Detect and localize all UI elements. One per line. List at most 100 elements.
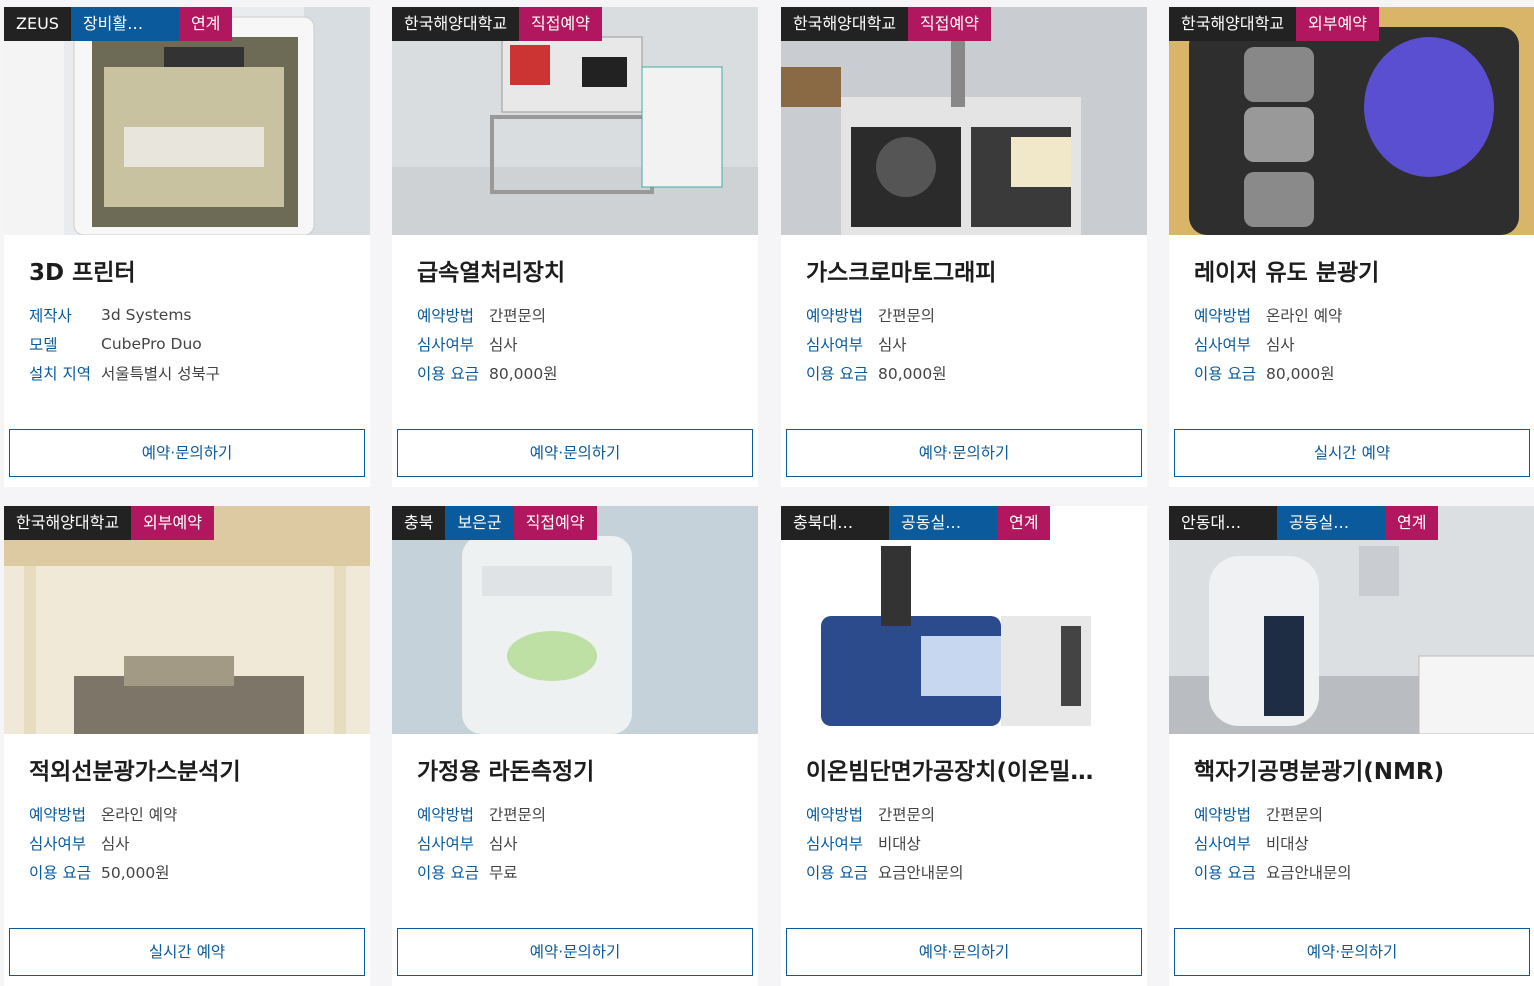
info-label: 예약방법 xyxy=(806,805,864,824)
tag-source: ZEUS xyxy=(4,7,71,41)
reserve-button[interactable]: 예약·문의하기 xyxy=(9,429,365,477)
tag-category: 공동실… xyxy=(889,506,997,540)
info-value: 무료 xyxy=(489,863,518,882)
info-label: 이용 요금 xyxy=(417,863,479,882)
tag-type: 직접예약 xyxy=(908,7,991,41)
info-value: 심사 xyxy=(489,834,518,853)
equipment-card[interactable]: 한국해양대학교 직접예약 가스크로마토그래피 예약방법 간편문의 심사여부 심사 이… xyxy=(781,7,1147,487)
info-value: 심사 xyxy=(101,834,130,853)
equipment-title[interactable]: 급속열처리장치 xyxy=(417,253,737,287)
info-value: 심사 xyxy=(878,335,907,354)
equipment-title[interactable]: 3D 프린터 xyxy=(29,253,349,287)
info-label: 심사여부 xyxy=(417,335,475,354)
equipment-card[interactable]: 충북 보은군 직접예약 가정용 라돈측정기 예약방법 간편문의 심사여부 심사 이용… xyxy=(392,506,758,986)
info-value: 3d Systems xyxy=(101,305,192,324)
tag-source: 한국해양대학교 xyxy=(4,506,132,540)
info-value: 80,000원 xyxy=(1266,364,1335,383)
equipment-photo[interactable] xyxy=(1169,7,1534,235)
reserve-button[interactable]: 예약·문의하기 xyxy=(786,928,1142,976)
equipment-title[interactable]: 가정용 라돈측정기 xyxy=(417,752,737,786)
equipment-title[interactable]: 핵자기공명분광기(NMR) xyxy=(1194,752,1514,786)
info-label: 심사여부 xyxy=(29,834,87,853)
info-value: 요금안내문의 xyxy=(878,863,964,882)
tag-list: 충북대… 공동실… 연계 xyxy=(781,506,1051,540)
info-label: 심사여부 xyxy=(1194,834,1252,853)
info-label: 이용 요금 xyxy=(806,863,868,882)
tag-type: 연계 xyxy=(997,506,1051,540)
info-label: 예약방법 xyxy=(1194,805,1252,824)
info-label: 이용 요금 xyxy=(417,364,479,383)
tag-list: 한국해양대학교 직접예약 xyxy=(392,7,602,41)
reserve-button[interactable]: 예약·문의하기 xyxy=(397,429,753,477)
equipment-card[interactable]: 한국해양대학교 외부예약 레이저 유도 분광기 예약방법 온라인 예약 심사여부 심… xyxy=(1169,7,1534,487)
info-value: 간편문의 xyxy=(878,805,936,824)
equipment-photo[interactable] xyxy=(4,7,370,235)
reserve-button[interactable]: 예약·문의하기 xyxy=(397,928,753,976)
info-label: 예약방법 xyxy=(29,805,87,824)
info-label: 심사여부 xyxy=(417,834,475,853)
info-label: 이용 요금 xyxy=(1194,364,1256,383)
info-label: 예약방법 xyxy=(417,306,475,325)
info-value: 온라인 예약 xyxy=(101,805,178,824)
equipment-info: 제작사 3d Systems 모델 CubePro Duo 설치 지역 서울특별시 성… xyxy=(29,300,220,387)
tag-category: 공동실… xyxy=(1277,506,1385,540)
tag-type: 직접예약 xyxy=(513,506,597,540)
info-value: 간편문의 xyxy=(489,306,547,325)
equipment-title[interactable]: 가스크로마토그래피 xyxy=(806,253,1126,287)
equipment-title[interactable]: 레이저 유도 분광기 xyxy=(1194,253,1514,287)
tag-source: 한국해양대학교 xyxy=(1169,7,1297,41)
equipment-title[interactable]: 적외선분광가스분석기 xyxy=(29,752,349,786)
equipment-info: 예약방법 간편문의 심사여부 심사 이용 요금 80,000원 xyxy=(417,300,558,387)
tag-list: 한국해양대학교 외부예약 xyxy=(4,506,214,540)
tag-list: 한국해양대학교 외부예약 xyxy=(1169,7,1379,41)
info-label: 설치 지역 xyxy=(29,364,91,383)
equipment-card[interactable]: 한국해양대학교 외부예약 적외선분광가스분석기 예약방법 온라인 예약 심사여부 심… xyxy=(4,506,370,986)
equipment-info: 예약방법 간편문의 심사여부 심사 이용 요금 무료 xyxy=(417,799,546,886)
equipment-info: 예약방법 간편문의 심사여부 비대상 이용 요금 요금안내문의 xyxy=(1194,799,1352,886)
reserve-button[interactable]: 실시간 예약 xyxy=(1174,429,1530,477)
info-label: 예약방법 xyxy=(417,805,475,824)
tag-type: 직접예약 xyxy=(519,7,602,41)
info-value: 심사 xyxy=(489,335,518,354)
info-value: CubePro Duo xyxy=(101,334,202,353)
reserve-button[interactable]: 실시간 예약 xyxy=(9,928,365,976)
info-label: 예약방법 xyxy=(1194,306,1252,325)
tag-category: 장비활… xyxy=(70,7,179,41)
equipment-card[interactable]: 안동대… 공동실… 연계 핵자기공명분광기(NMR) 예약방법 간편문의 심사여부… xyxy=(1169,506,1534,986)
equipment-info: 예약방법 온라인 예약 심사여부 심사 이용 요금 50,000원 xyxy=(29,799,177,886)
info-label: 심사여부 xyxy=(806,834,864,853)
tag-type: 외부예약 xyxy=(131,506,214,540)
info-value: 간편문의 xyxy=(878,306,936,325)
tag-type: 연계 xyxy=(178,7,233,41)
equipment-card[interactable]: 한국해양대학교 직접예약 급속열처리장치 예약방법 간편문의 심사여부 심사 이용 … xyxy=(392,7,758,487)
tag-source: 충북대… xyxy=(781,506,889,540)
info-label: 이용 요금 xyxy=(1194,863,1256,882)
info-value: 요금안내문의 xyxy=(1266,863,1352,882)
info-label: 심사여부 xyxy=(1194,335,1252,354)
info-label: 이용 요금 xyxy=(29,863,91,882)
equipment-photo[interactable] xyxy=(1169,506,1534,734)
info-value: 80,000원 xyxy=(489,364,558,383)
tag-type: 외부예약 xyxy=(1296,7,1379,41)
equipment-info: 예약방법 온라인 예약 심사여부 심사 이용 요금 80,000원 xyxy=(1194,300,1342,387)
tag-source: 안동대… xyxy=(1169,506,1277,540)
equipment-photo[interactable] xyxy=(781,7,1147,235)
tag-list: 한국해양대학교 직접예약 xyxy=(781,7,991,41)
equipment-card[interactable]: 충북대… 공동실… 연계 이온빔단면가공장치(이온밀… 예약방법 간편문의 심사여… xyxy=(781,506,1147,986)
info-value: 50,000원 xyxy=(101,863,170,882)
equipment-info: 예약방법 간편문의 심사여부 심사 이용 요금 80,000원 xyxy=(806,300,947,387)
tag-type: 연계 xyxy=(1385,506,1439,540)
tag-source: 충북 xyxy=(392,506,446,540)
equipment-photo[interactable] xyxy=(4,506,370,734)
equipment-photo[interactable] xyxy=(392,506,758,734)
equipment-photo[interactable] xyxy=(781,506,1147,734)
reserve-button[interactable]: 예약·문의하기 xyxy=(786,429,1142,477)
info-value: 비대상 xyxy=(1266,834,1309,853)
reserve-button[interactable]: 예약·문의하기 xyxy=(1174,928,1530,976)
equipment-photo[interactable] xyxy=(392,7,758,235)
tag-list: 안동대… 공동실… 연계 xyxy=(1169,506,1439,540)
equipment-info: 예약방법 간편문의 심사여부 비대상 이용 요금 요금안내문의 xyxy=(806,799,964,886)
info-value: 비대상 xyxy=(878,834,921,853)
equipment-card[interactable]: ZEUS 장비활… 연계 3D 프린터 제작사 3d Systems 모델 Cube… xyxy=(4,7,370,487)
equipment-title[interactable]: 이온빔단면가공장치(이온밀… xyxy=(806,752,1126,786)
